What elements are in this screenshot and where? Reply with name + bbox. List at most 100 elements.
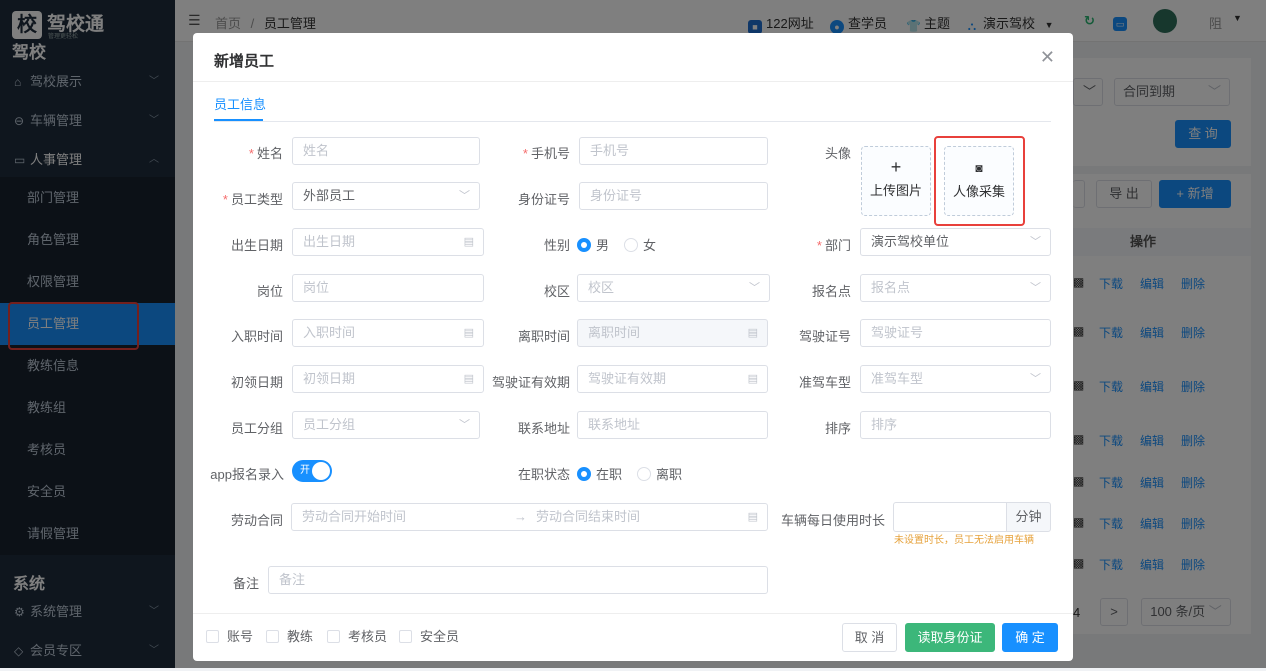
- chevron-down-icon: ﹀: [459, 419, 470, 431]
- staff-group-select[interactable]: 员工分组 ﹀: [292, 411, 480, 439]
- license-validity-label: 驾驶证有效期: [491, 375, 570, 390]
- checkbox-examiner[interactable]: 考核员: [327, 626, 387, 645]
- campus-placeholder: 校区: [588, 280, 615, 295]
- radio-unchecked-icon: [624, 238, 638, 252]
- phone-label: * 手机号: [522, 146, 570, 161]
- avatar-label: 头像: [824, 146, 851, 161]
- highlight-box-face-capture: [934, 136, 1025, 226]
- status-active-radio[interactable]: 在职: [577, 464, 622, 483]
- add-staff-dialog: 新增员工 ✕ 员工信息 * 姓名 姓名 * 手机号 手机号 头像 + 上传图片 ◙ …: [193, 33, 1073, 661]
- chevron-down-icon: ﹀: [1030, 236, 1041, 248]
- license-no-label: 驾驶证号: [798, 329, 851, 344]
- staff-type-value: 外部员工: [303, 188, 356, 203]
- chevron-down-icon: ﹀: [459, 190, 470, 202]
- divider: [193, 81, 1073, 82]
- radio-checked-icon: [577, 467, 591, 481]
- post-label: 岗位: [256, 284, 283, 299]
- confirm-button[interactable]: 确 定: [1002, 623, 1058, 652]
- phone-input[interactable]: 手机号: [579, 137, 768, 165]
- chevron-down-icon: ﹀: [749, 282, 760, 294]
- license-no-input[interactable]: 驾驶证号: [860, 319, 1051, 347]
- daily-usage-warning: 未设置时长，员工无法启用车辆: [894, 535, 1034, 546]
- leave-date-placeholder: 离职时间: [588, 325, 641, 340]
- employment-status-label: 在职状态: [517, 467, 570, 482]
- name-label: * 姓名: [248, 146, 283, 161]
- daily-usage-label: 车辆每日使用时长: [780, 513, 885, 528]
- checkbox-account-label: 账号: [227, 629, 254, 644]
- app-signup-label: app报名录入: [210, 467, 284, 482]
- campus-select[interactable]: 校区 ﹀: [577, 274, 770, 302]
- vehicle-type-select[interactable]: 准驾车型 ﹀: [860, 365, 1051, 393]
- calendar-icon: ▤: [747, 327, 758, 339]
- checkbox-examiner-label: 考核员: [348, 629, 388, 644]
- status-active-label: 在职: [596, 467, 623, 482]
- gender-male-label: 男: [596, 238, 610, 253]
- cancel-button[interactable]: 取 消: [842, 623, 897, 652]
- staff-type-label: * 员工类型: [222, 192, 283, 207]
- read-idcard-button[interactable]: 读取身份证: [905, 623, 995, 652]
- status-left-radio[interactable]: 离职: [637, 464, 682, 483]
- license-validity-picker[interactable]: 驾驶证有效期 ▤: [577, 365, 768, 393]
- first-license-date-label: 初领日期: [230, 375, 283, 390]
- chevron-down-icon: ﹀: [1030, 282, 1041, 294]
- vehicle-type-placeholder: 准驾车型: [871, 371, 924, 386]
- upload-image-label: 上传图片: [869, 183, 922, 198]
- plus-icon: +: [890, 157, 902, 177]
- idcard-label: 身份证号: [517, 192, 570, 207]
- idcard-input[interactable]: 身份证号: [579, 182, 768, 210]
- tab-baseline: [214, 121, 1051, 122]
- checkbox-icon: [206, 630, 219, 643]
- checkbox-account[interactable]: 账号: [206, 626, 253, 645]
- dialog-title: 新增员工: [214, 53, 275, 70]
- post-input[interactable]: 岗位: [292, 274, 484, 302]
- daily-usage-input[interactable]: [893, 502, 1007, 532]
- remark-input[interactable]: 备注: [268, 566, 768, 594]
- calendar-icon: ▤: [463, 236, 474, 248]
- gender-male-radio[interactable]: 男: [577, 235, 609, 254]
- staff-group-label: 员工分组: [230, 421, 283, 436]
- contract-label: 劳动合同: [230, 513, 283, 528]
- entry-date-picker[interactable]: 入职时间 ▤: [292, 319, 484, 347]
- minutes-unit: 分钟: [1006, 502, 1051, 532]
- first-license-date-picker[interactable]: 初领日期 ▤: [292, 365, 484, 393]
- arrow-right-icon: →: [514, 509, 527, 524]
- sort-label: 排序: [824, 421, 851, 436]
- app-signup-switch[interactable]: 开: [292, 460, 332, 482]
- gender-label: 性别: [543, 238, 570, 253]
- first-license-date-placeholder: 初领日期: [303, 371, 356, 386]
- checkbox-safety[interactable]: 安全员: [399, 626, 459, 645]
- entry-date-placeholder: 入职时间: [303, 325, 356, 340]
- name-input[interactable]: 姓名: [292, 137, 480, 165]
- calendar-icon: ▤: [463, 373, 474, 385]
- footer-divider: [193, 613, 1073, 614]
- tab-staff-info[interactable]: 员工信息: [214, 94, 266, 113]
- campus-label: 校区: [543, 284, 570, 299]
- staff-group-placeholder: 员工分组: [303, 417, 356, 432]
- checkbox-coach[interactable]: 教练: [266, 626, 313, 645]
- status-left-label: 离职: [656, 467, 683, 482]
- leave-date-label: 离职时间: [517, 329, 570, 344]
- upload-image-button[interactable]: + 上传图片: [861, 146, 931, 216]
- radio-unchecked-icon: [637, 467, 651, 481]
- contract-range-picker[interactable]: 劳动合同开始时间 → 劳动合同结束时间 ▤: [291, 503, 768, 531]
- checkbox-icon: [327, 630, 340, 643]
- gender-female-radio[interactable]: 女: [624, 235, 656, 254]
- calendar-icon: ▤: [747, 511, 758, 523]
- chevron-down-icon: ﹀: [1030, 373, 1041, 385]
- leave-date-picker: 离职时间 ▤: [577, 319, 768, 347]
- address-input[interactable]: 联系地址: [577, 411, 768, 439]
- staff-type-select[interactable]: 外部员工 ﹀: [292, 182, 480, 210]
- signup-point-label: 报名点: [811, 284, 851, 299]
- contract-end-placeholder: 劳动合同结束时间: [536, 509, 641, 524]
- calendar-icon: ▤: [463, 327, 474, 339]
- birth-date-placeholder: 出生日期: [303, 234, 356, 249]
- close-icon[interactable]: ✕: [1040, 47, 1055, 68]
- birth-date-label: 出生日期: [230, 238, 283, 253]
- license-validity-placeholder: 驾驶证有效期: [588, 371, 667, 386]
- department-select[interactable]: 演示驾校单位 ﹀: [860, 228, 1051, 256]
- sort-input[interactable]: 排序: [860, 411, 1051, 439]
- birth-date-picker[interactable]: 出生日期 ▤: [292, 228, 484, 256]
- checkbox-coach-label: 教练: [287, 629, 314, 644]
- signup-point-placeholder: 报名点: [871, 280, 911, 295]
- signup-point-select[interactable]: 报名点 ﹀: [860, 274, 1051, 302]
